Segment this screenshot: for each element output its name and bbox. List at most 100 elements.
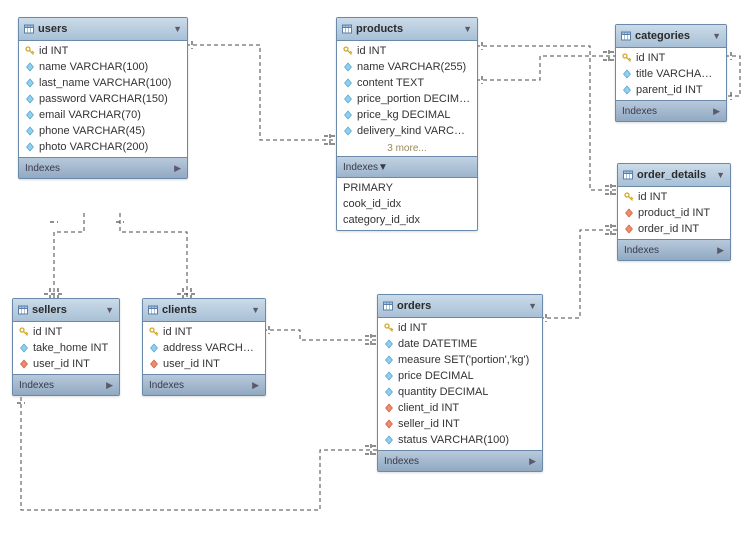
indexes-footer[interactable]: Indexes▶ [378,450,542,471]
column-label: client_id INT [398,402,459,414]
column-row[interactable]: seller_id INT [382,416,538,432]
more-columns-label[interactable]: 3 more... [337,141,477,156]
column-label: date DATETIME [398,338,477,350]
key-icon [19,327,29,337]
column-label: product_id INT [638,207,710,219]
column-row[interactable]: user_id INT [147,356,261,372]
column-label: id INT [398,322,427,334]
key-icon [384,323,394,333]
collapse-icon[interactable]: ▼ [251,305,260,315]
column-label: id INT [638,191,667,203]
table-header[interactable]: sellers ▼ [13,299,119,322]
column-row[interactable]: password VARCHAR(150) [23,91,183,107]
column-row[interactable]: price_kg DECIMAL [341,107,473,123]
column-row[interactable]: id INT [17,324,115,340]
table-header[interactable]: clients ▼ [143,299,265,322]
indexes-list: PRIMARYcook_id_idxcategory_id_idx [337,178,477,230]
column-row[interactable]: parent_id INT [620,82,722,98]
table-categories[interactable]: categories ▼ id INT title VARCHAR(100) par… [615,24,727,122]
column-row[interactable]: name VARCHAR(255) [341,59,473,75]
column-label: content TEXT [357,77,424,89]
table-products[interactable]: products ▼ id INTname VARCHAR(255) conten… [336,17,478,231]
table-sellers[interactable]: sellers ▼ id INTtake_home INTuser_id INT… [12,298,120,396]
table-header[interactable]: users ▼ [19,18,187,41]
table-columns: id INTname VARCHAR(255) content TEXT price… [337,41,477,141]
collapse-icon[interactable]: ▼ [463,24,472,34]
column-row[interactable]: price_portion DECIMAL [341,91,473,107]
diamond-icon [343,62,353,72]
collapse-icon[interactable]: ▼ [528,301,537,311]
collapse-icon[interactable]: ▼ [716,170,725,180]
table-users[interactable]: users ▼ id INTname VARCHAR(100)last_name… [18,17,188,179]
column-row[interactable]: content TEXT [341,75,473,91]
column-label: measure SET('portion','kg') [398,354,529,366]
table-header[interactable]: categories ▼ [616,25,726,48]
index-item[interactable]: PRIMARY [343,180,471,196]
diamond-icon [384,339,394,349]
column-row[interactable]: quantity DECIMAL [382,384,538,400]
column-row[interactable]: photo VARCHAR(200) [23,139,183,155]
column-row[interactable]: order_id INT [622,221,726,237]
column-label: phone VARCHAR(45) [39,125,145,137]
column-row[interactable]: id INT [382,320,538,336]
foreign-key-icon [384,419,394,429]
column-row[interactable]: name VARCHAR(100) [23,59,183,75]
collapse-icon[interactable]: ▼ [712,31,721,41]
table-icon [148,305,158,315]
table-title: users [38,23,67,35]
table-icon [621,31,631,41]
column-row[interactable]: phone VARCHAR(45) [23,123,183,139]
column-row[interactable]: take_home INT [17,340,115,356]
indexes-subheader[interactable]: Indexes▼ [337,156,477,178]
table-columns: id INT title VARCHAR(100) parent_id INT [616,48,726,100]
indexes-footer[interactable]: Indexes▶ [13,374,119,395]
table-clients[interactable]: clients ▼ id INTaddress VARCHAR... user_i… [142,298,266,396]
table-order-details[interactable]: order_details ▼ id INT product_id INT orde… [617,163,731,261]
table-header[interactable]: products ▼ [337,18,477,41]
foreign-key-icon [149,359,159,369]
column-row[interactable]: client_id INT [382,400,538,416]
indexes-footer[interactable]: Indexes▶ [616,100,726,121]
column-row[interactable]: measure SET('portion','kg') [382,352,538,368]
diamond-icon [25,142,35,152]
column-row[interactable]: last_name VARCHAR(100) [23,75,183,91]
table-orders[interactable]: orders ▼ id INT date DATETIME measure SET(… [377,294,543,472]
column-row[interactable]: title VARCHAR(100) [620,66,722,82]
column-row[interactable]: id INT [147,324,261,340]
column-row[interactable]: id INT [23,43,183,59]
table-icon [623,170,633,180]
column-row[interactable]: id INT [622,189,726,205]
table-title: order_details [637,169,706,181]
diamond-icon [19,343,29,353]
key-icon [343,46,353,56]
collapse-icon[interactable]: ▼ [173,24,182,34]
indexes-footer[interactable]: Indexes▶ [19,157,187,178]
column-row[interactable]: address VARCHAR... [147,340,261,356]
key-icon [624,192,634,202]
table-header[interactable]: order_details ▼ [618,164,730,187]
column-label: title VARCHAR(100) [636,68,720,80]
indexes-footer[interactable]: Indexes▶ [618,239,730,260]
index-item[interactable]: category_id_idx [343,212,471,228]
table-columns: id INT date DATETIME measure SET('portion'… [378,318,542,450]
column-row[interactable]: delivery_kind VARCHA... [341,123,473,139]
column-label: price_portion DECIMAL [357,93,471,105]
diamond-icon [149,343,159,353]
column-row[interactable]: id INT [341,43,473,59]
column-row[interactable]: email VARCHAR(70) [23,107,183,123]
collapse-icon[interactable]: ▼ [105,305,114,315]
column-row[interactable]: status VARCHAR(100) [382,432,538,448]
indexes-footer[interactable]: Indexes▶ [143,374,265,395]
column-label: user_id INT [163,358,220,370]
column-row[interactable]: date DATETIME [382,336,538,352]
column-row[interactable]: user_id INT [17,356,115,372]
column-row[interactable]: price DECIMAL [382,368,538,384]
table-header[interactable]: orders ▼ [378,295,542,318]
column-label: delivery_kind VARCHA... [357,125,471,137]
table-icon [18,305,28,315]
column-row[interactable]: product_id INT [622,205,726,221]
diamond-icon [384,435,394,445]
diamond-icon [384,355,394,365]
column-row[interactable]: id INT [620,50,722,66]
index-item[interactable]: cook_id_idx [343,196,471,212]
